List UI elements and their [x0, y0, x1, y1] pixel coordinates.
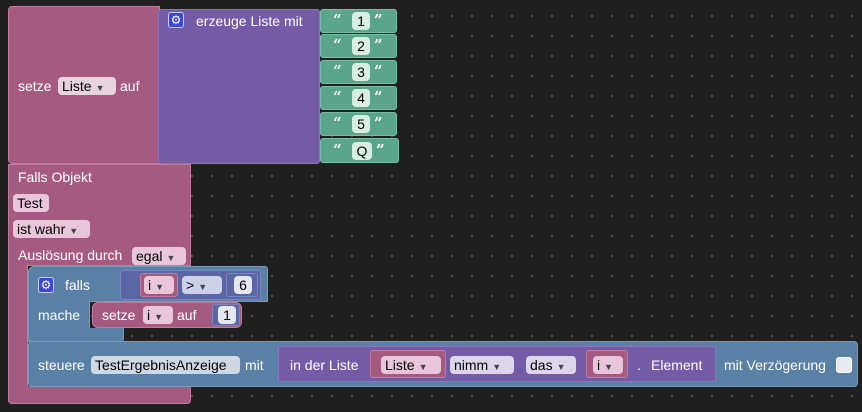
dropdown-arrow-icon: ▼	[154, 312, 164, 322]
trigger-condition-dropdown[interactable]: ist wahr ▼	[13, 220, 90, 238]
variable-i-value: i	[148, 277, 152, 293]
take-value: nimm	[454, 357, 489, 373]
dropdown-arrow-icon: ▼	[155, 282, 165, 292]
trigger-value-value: egal	[136, 248, 163, 264]
if-block-bottom	[28, 328, 124, 342]
delay-label: mit Verzögerung	[724, 357, 826, 373]
text-item-value[interactable]: 3	[352, 63, 370, 81]
variable-i-dropdown[interactable]: i ▼	[144, 276, 174, 294]
open-quote-icon: “	[333, 36, 342, 54]
close-quote-icon: ”	[374, 62, 383, 80]
open-quote-icon: “	[333, 62, 342, 80]
set-suffix-label: auf	[120, 78, 140, 94]
index-variable-value: i	[597, 357, 601, 373]
close-quote-icon: ”	[374, 11, 383, 29]
dropdown-arrow-icon: ▼	[418, 362, 428, 372]
if-label: falls	[65, 277, 90, 293]
trigger-label: Auslösung durch	[18, 247, 123, 263]
close-quote-icon: ”	[374, 88, 383, 106]
dropdown-arrow-icon: ▼	[166, 253, 176, 263]
control-target-field[interactable]: TestErgebnisAnzeige	[91, 356, 240, 374]
dropdown-arrow-icon: ▼	[95, 83, 105, 93]
close-quote-icon: ”	[374, 114, 383, 132]
trigger-value-dropdown[interactable]: egal ▼	[132, 247, 186, 265]
trigger-condition-value: ist wahr	[17, 221, 66, 237]
delay-checkbox[interactable]	[836, 357, 852, 373]
set-i-prefix: setze	[102, 307, 136, 323]
close-quote-icon: ”	[374, 36, 383, 54]
dropdown-arrow-icon: ▼	[556, 362, 566, 372]
take-dropdown[interactable]: nimm ▼	[450, 356, 514, 374]
text-item-value[interactable]: 2	[352, 37, 370, 55]
close-quote-icon: ”	[376, 141, 385, 159]
dot-label: .	[637, 357, 641, 373]
control-mid-label: mit	[245, 357, 264, 373]
number-value[interactable]: 6	[234, 276, 252, 294]
variable-dropdown-liste[interactable]: Liste ▼	[58, 77, 116, 95]
open-quote-icon: “	[333, 114, 342, 132]
trigger-block-bottom	[8, 386, 191, 404]
dropdown-arrow-icon: ▼	[492, 362, 502, 372]
do-label: mache	[38, 307, 81, 323]
set-i-variable-value: i	[147, 307, 151, 323]
create-list-block[interactable]	[158, 9, 320, 164]
operator-value: >	[186, 277, 195, 293]
gear-icon[interactable]: ⚙	[38, 277, 54, 293]
set-prefix-label: setze	[18, 78, 52, 94]
text-item-value[interactable]: 5	[352, 115, 370, 133]
text-item-value[interactable]: 1	[352, 12, 370, 30]
trigger-object-field[interactable]: Test	[13, 194, 49, 212]
gear-icon[interactable]: ⚙	[168, 12, 184, 28]
index-variable-dropdown[interactable]: i ▼	[593, 356, 623, 374]
variable-dropdown-value: Liste	[62, 78, 92, 94]
dropdown-arrow-icon: ▼	[69, 226, 79, 236]
mode-value: das	[530, 357, 553, 373]
open-quote-icon: “	[333, 141, 342, 159]
open-quote-icon: “	[333, 11, 342, 29]
create-list-label: erzeuge Liste mit	[196, 13, 303, 29]
dropdown-arrow-icon: ▼	[604, 362, 614, 372]
list-label: in der Liste	[290, 357, 359, 373]
set-i-variable-dropdown[interactable]: i ▼	[143, 306, 173, 324]
trigger-title: Falls Objekt	[18, 169, 92, 185]
text-item-value[interactable]: 4	[352, 89, 370, 107]
set-i-suffix: auf	[177, 307, 197, 323]
list-variable-dropdown[interactable]: Liste ▼	[381, 356, 441, 374]
trigger-block-left-wall	[8, 264, 28, 404]
mode-dropdown[interactable]: das ▼	[526, 356, 576, 374]
open-quote-icon: “	[333, 88, 342, 106]
list-variable-value: Liste	[385, 357, 415, 373]
set-i-number-value[interactable]: 1	[218, 306, 236, 324]
text-item-value[interactable]: Q	[352, 142, 372, 160]
operator-dropdown[interactable]: > ▼	[182, 276, 222, 294]
dropdown-arrow-icon: ▼	[198, 282, 208, 292]
element-label: Element	[651, 357, 703, 373]
control-prefix: steuere	[38, 357, 85, 373]
